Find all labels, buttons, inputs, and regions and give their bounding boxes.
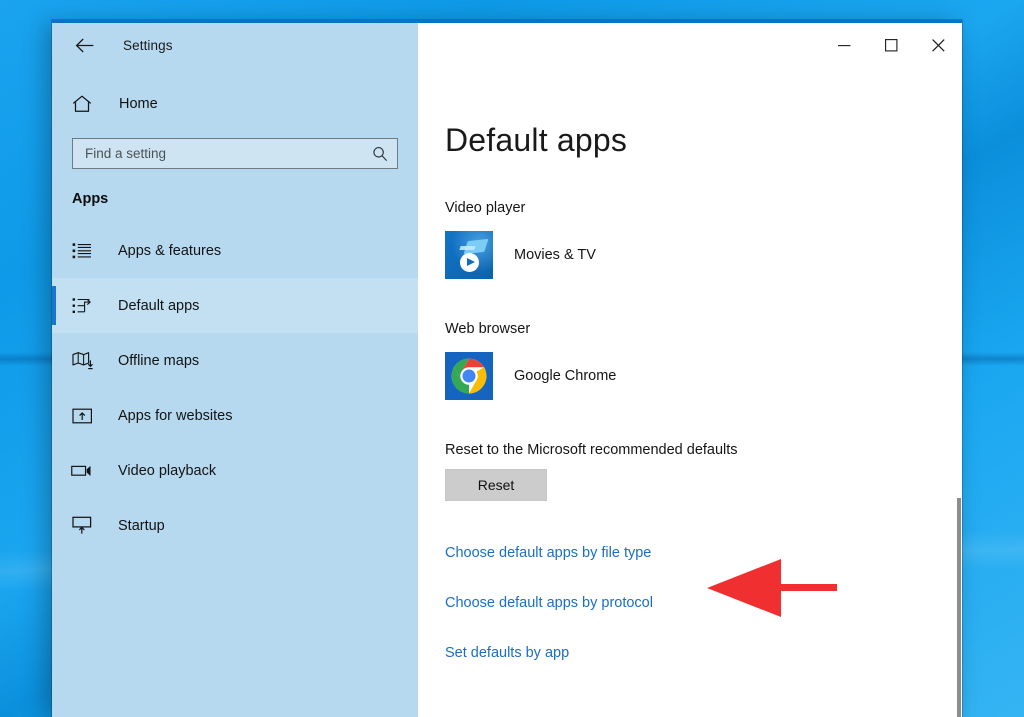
page-title: Default apps	[445, 122, 628, 158]
close-button[interactable]	[915, 23, 962, 68]
default-app-row-video-player[interactable]: Movies & TV	[445, 231, 962, 279]
back-arrow-icon[interactable]	[71, 33, 97, 59]
default-app-name: Google Chrome	[514, 368, 617, 384]
settings-sidebar: Home Apps	[52, 68, 418, 717]
reset-button[interactable]: Reset	[445, 469, 547, 501]
window-title: Settings	[123, 38, 173, 53]
video-camera-icon	[71, 463, 93, 478]
sidebar-item-home[interactable]: Home	[52, 84, 418, 124]
default-app-row-web-browser[interactable]: Google Chrome	[445, 352, 962, 400]
sidebar-item-label: Apps for websites	[118, 407, 233, 424]
section-label-video-player: Video player	[445, 200, 526, 216]
scrollbar-thumb[interactable]	[957, 498, 961, 717]
sidebar-item-apps-for-websites[interactable]: Apps for websites	[52, 388, 418, 443]
sidebar-item-startup[interactable]: Startup	[52, 498, 418, 553]
search-icon[interactable]	[372, 146, 397, 162]
sidebar-item-video-playback[interactable]: Video playback	[52, 443, 418, 498]
sidebar-home-label: Home	[119, 96, 158, 112]
reset-description: Reset to the Microsoft recommended defau…	[445, 442, 738, 458]
sidebar-item-label: Default apps	[118, 297, 200, 314]
home-icon	[71, 95, 93, 113]
sidebar-item-label: Video playback	[118, 462, 217, 479]
sidebar-item-label: Offline maps	[118, 352, 200, 369]
vertical-scrollbar[interactable]	[956, 498, 962, 717]
main-content: Default apps Video player Movies & TV We…	[418, 68, 962, 717]
map-download-icon	[71, 351, 93, 370]
window-controls	[418, 23, 962, 68]
title-bar-left: Settings	[52, 23, 418, 68]
default-apps-icon	[71, 297, 93, 315]
sidebar-item-label: Apps & features	[118, 242, 222, 259]
window-arrow-icon	[71, 407, 93, 425]
sidebar-item-apps-and-features[interactable]: Apps & features	[52, 223, 418, 278]
search-container	[52, 138, 418, 169]
minimize-button[interactable]	[821, 23, 868, 68]
link-choose-default-apps-by-file-type[interactable]: Choose default apps by file type	[445, 545, 651, 561]
monitor-arrow-icon	[71, 516, 93, 535]
link-choose-default-apps-by-protocol[interactable]: Choose default apps by protocol	[445, 595, 653, 611]
search-box[interactable]	[72, 138, 398, 169]
sidebar-item-offline-maps[interactable]: Offline maps	[52, 333, 418, 388]
movies-and-tv-icon	[445, 231, 493, 279]
sidebar-group-title: Apps	[72, 191, 109, 207]
sidebar-item-default-apps[interactable]: Default apps	[52, 278, 418, 333]
default-app-name: Movies & TV	[514, 247, 596, 263]
google-chrome-icon	[445, 352, 493, 400]
red-arrow-pointing-left	[707, 559, 837, 617]
search-input[interactable]	[73, 146, 372, 161]
window-body: Home Apps	[52, 68, 962, 717]
sidebar-item-label: Startup	[118, 517, 165, 534]
window-title-bar: Settings	[52, 23, 962, 68]
section-label-web-browser: Web browser	[445, 321, 531, 337]
link-set-defaults-by-app[interactable]: Set defaults by app	[445, 645, 569, 661]
maximize-button[interactable]	[868, 23, 915, 68]
list-bullets-icon	[71, 242, 93, 260]
